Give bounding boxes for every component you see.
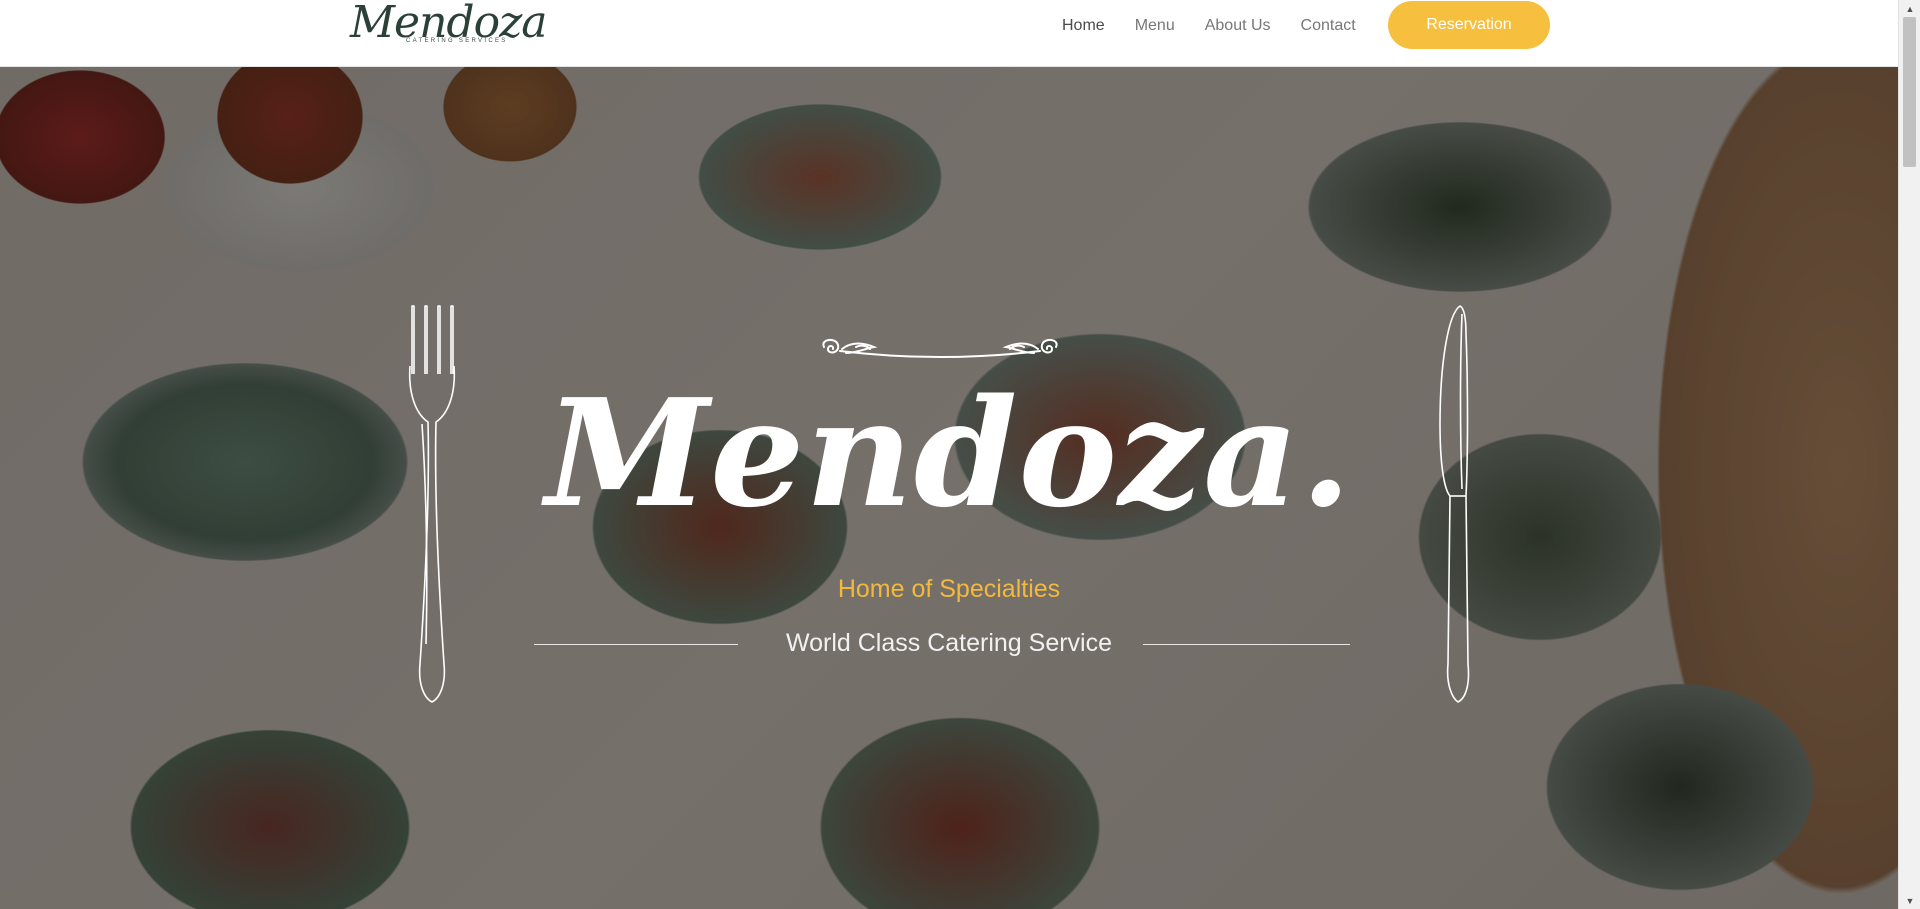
nav-menu[interactable]: Menu [1135,17,1175,35]
hero-section: Mendoza. Home of Specialties World Class… [0,67,1898,909]
reservation-button[interactable]: Reservation [1388,1,1550,49]
nav-home[interactable]: Home [1062,17,1105,35]
nav-about-us[interactable]: About Us [1205,17,1271,35]
scrollbar-thumb[interactable] [1903,17,1916,167]
logo[interactable]: Mendoza CATERING SERVICES [350,0,547,50]
page: Mendoza CATERING SERVICES Home Menu Abou… [0,0,1898,909]
nav-contact[interactable]: Contact [1301,17,1356,35]
site-header: Mendoza CATERING SERVICES Home Menu Abou… [0,0,1898,67]
scroll-down-arrow-icon[interactable]: ▼ [1899,892,1920,909]
divider-right [1143,644,1350,645]
main-nav: Home Menu About Us Contact [1062,0,1356,52]
hero-subtitle: World Class Catering Service [785,629,1113,657]
hero-content: Mendoza. Home of Specialties World Class… [0,67,1898,909]
hero-title: Mendoza. [545,366,1353,540]
hero-tagline: Home of Specialties [837,575,1061,603]
logo-subtitle: CATERING SERVICES [406,38,508,44]
scroll-up-arrow-icon[interactable]: ▲ [1899,0,1920,17]
vertical-scrollbar[interactable]: ▲ ▼ [1898,0,1920,909]
